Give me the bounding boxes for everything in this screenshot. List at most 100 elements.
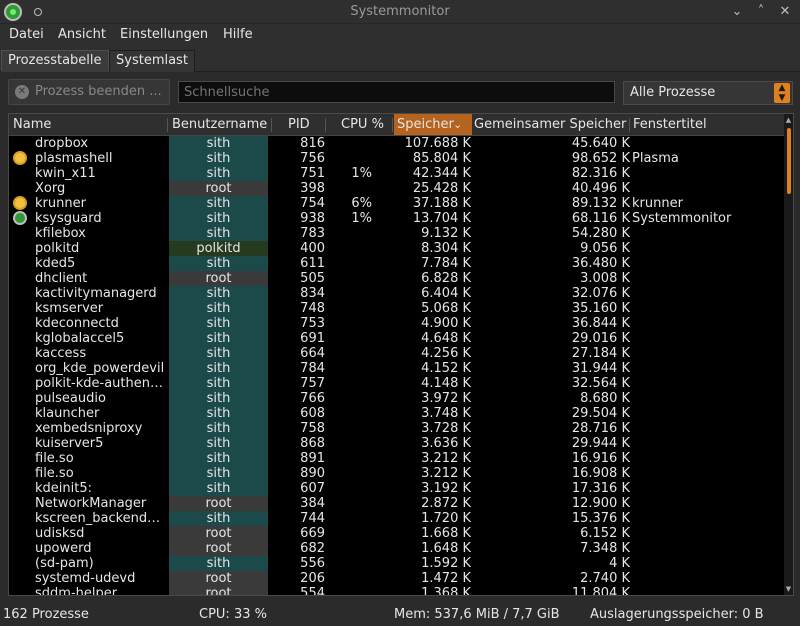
cell-shared-memory: 29.944 K [571,436,630,451]
table-row[interactable]: polkitd polkitd 400 8.304 K 9.056 K [9,241,785,256]
window-title: Systemmonitor [350,4,450,19]
table-row[interactable]: kactivitymanagerd sith 834 6.404 K 32.076 K [9,286,785,301]
header-memory[interactable]: Speicher [397,117,454,132]
cell-memory: 5.068 K [421,301,471,316]
table-row[interactable]: pulseaudio sith 766 3.972 K 8.680 K [9,391,785,406]
cell-name: kfilebox [35,226,86,241]
cell-cpu: 6% [351,196,372,211]
table-row[interactable]: dhclient root 505 6.828 K 3.008 K [9,271,785,286]
maximize-icon[interactable]: ˄ [752,3,770,21]
cell-user: sith [169,346,268,361]
table-row[interactable]: krunner sith 754 6% 37.188 K 89.132 Kkrunner [9,196,785,211]
header-shared-memory[interactable]: Gemeinsamer Speicher [474,117,626,132]
scroll-up-icon[interactable]: ▲ [785,116,792,124]
minimize-icon[interactable]: ⌄ [728,3,746,21]
table-row[interactable]: kded5 sith 611 7.784 K 36.480 K [9,256,785,271]
cell-user: root [169,526,268,541]
header-separator[interactable] [167,118,168,132]
cell-pid: 757 [300,376,325,391]
cell-memory: 1.472 K [421,571,471,586]
table-row[interactable]: org_kde_powerdevil sith 784 4.152 K 31.944 K [9,361,785,376]
cell-user: sith [169,316,268,331]
header-separator[interactable] [325,118,326,132]
cell-shared-memory: 4 K [609,556,630,571]
menu-einstellungen[interactable]: Einstellungen [120,27,208,42]
table-row[interactable]: kscreen_backend… sith 744 1.720 K 15.376 K [9,511,785,526]
cell-window-title: Systemmonitor [632,211,732,226]
table-row[interactable]: kglobalaccel5 sith 691 4.648 K 29.016 K [9,331,785,346]
table-row[interactable]: kwin_x11 sith 751 1% 42.344 K 82.316 K [9,166,785,181]
table-row[interactable]: upowerd root 682 1.648 K 7.348 K [9,541,785,556]
cell-name: pulseaudio [35,391,106,406]
cell-pid: 608 [300,406,325,421]
cell-pid: 400 [300,241,325,256]
process-filter-select[interactable]: Alle Prozesse ▲ ▼ [623,81,793,105]
scroll-thumb[interactable] [787,128,791,194]
table-row[interactable]: sddm-helper root 554 1.368 K 11.804 K [9,586,785,595]
cell-memory: 3.748 K [421,406,471,421]
table-row[interactable]: dropbox sith 816 107.688 K 45.640 K [9,136,785,151]
menu-datei[interactable]: Datei [9,27,44,42]
cell-name: systemd-udevd [35,571,136,586]
table-row[interactable]: plasmashell sith 756 85.804 K 98.652 K Plasma [9,151,785,166]
cell-memory: 3.972 K [421,391,471,406]
tab-systemlast[interactable]: Systemlast [109,50,195,72]
cell-memory: 4.152 K [421,361,471,376]
cell-memory: 3.212 K [421,451,471,466]
cell-pid: 868 [300,436,325,451]
close-icon[interactable]: ✕ [776,3,794,21]
table-row[interactable]: (sd-pam) sith 556 1.592 K 4 K [9,556,785,571]
header-separator[interactable] [271,118,272,132]
cell-window-title: Plasma [632,151,679,166]
cell-shared-memory: 8.680 K [580,391,630,406]
table-row[interactable]: klauncher sith 608 3.748 K 29.504 K [9,406,785,421]
cell-pid: 784 [300,361,325,376]
header-pid[interactable]: PID [288,117,310,132]
cell-name: file.so [35,466,74,481]
table-row[interactable]: systemd-udevd root 206 1.472 K 2.740 K [9,571,785,586]
cell-shared-memory: 16.908 K [571,466,630,481]
table-row[interactable]: kdeconnectd sith 753 4.900 K 36.844 K [9,316,785,331]
header-name[interactable]: Name [13,117,51,132]
cell-memory: 8.304 K [421,241,471,256]
cell-shared-memory: 29.016 K [571,331,630,346]
cell-shared-memory: 54.280 K [571,226,630,241]
tab-prozesstabelle[interactable]: Prozesstabelle [1,50,109,72]
table-row[interactable]: kaccess sith 664 4.256 K 27.184 K [9,346,785,361]
table-row[interactable]: ksmserver sith 748 5.068 K 35.160 K [9,301,785,316]
cell-name: kwin_x11 [35,166,96,181]
process-table[interactable]: Name Benutzername PID CPU % Speicher ⌄ G… [8,113,794,596]
header-separator[interactable] [629,118,630,132]
cell-memory: 3.212 K [421,466,471,481]
sort-descending-icon: ⌄ [453,118,463,131]
cell-name: krunner [35,196,86,211]
cell-memory: 6.828 K [421,271,471,286]
table-row[interactable]: kdeinit5: sith 607 3.192 K 17.316 K [9,481,785,496]
quick-search-input[interactable] [178,81,615,103]
menu-hilfe[interactable]: Hilfe [223,27,253,42]
table-row[interactable]: ksysguard sith 938 1% 13.704 K 68.116 K System… [9,211,785,226]
table-row[interactable]: kuiserver5 sith 868 3.636 K 29.944 K [9,436,785,451]
cell-name: ksysguard [35,211,102,226]
table-row[interactable]: Xorg root 398 25.428 K 40.496 K [9,181,785,196]
vertical-scrollbar[interactable]: ▲ ▼ [784,114,793,595]
cell-memory: 25.428 K [412,181,471,196]
header-window-title[interactable]: Fenstertitel [633,117,707,132]
cell-name: NetworkManager [35,496,147,511]
table-row[interactable]: udisksd root 669 1.668 K 6.152 K [9,526,785,541]
table-row[interactable]: NetworkManager root 384 2.872 K 12.900 K [9,496,785,511]
menu-ansicht[interactable]: Ansicht [58,27,106,42]
scroll-down-icon[interactable]: ▼ [785,585,792,593]
cell-shared-memory: 2.740 K [580,571,630,586]
header-separator[interactable] [392,118,393,132]
cell-pid: 607 [300,481,325,496]
table-row[interactable]: file.so sith 891 3.212 K 16.916 K [9,451,785,466]
header-cpu[interactable]: CPU % [341,117,384,132]
table-row[interactable]: file.so sith 890 3.212 K 16.908 K [9,466,785,481]
cell-user: sith [169,256,268,271]
header-user[interactable]: Benutzername [172,117,267,132]
table-row[interactable]: kfilebox sith 783 9.132 K 54.280 K [9,226,785,241]
table-row[interactable]: xembedsniproxy sith 758 3.728 K 28.716 K [9,421,785,436]
table-row[interactable]: polkit-kde-authen… sith 757 4.148 K 32.564 K [9,376,785,391]
end-process-button[interactable]: ✕ Prozess beenden ... [8,79,170,105]
